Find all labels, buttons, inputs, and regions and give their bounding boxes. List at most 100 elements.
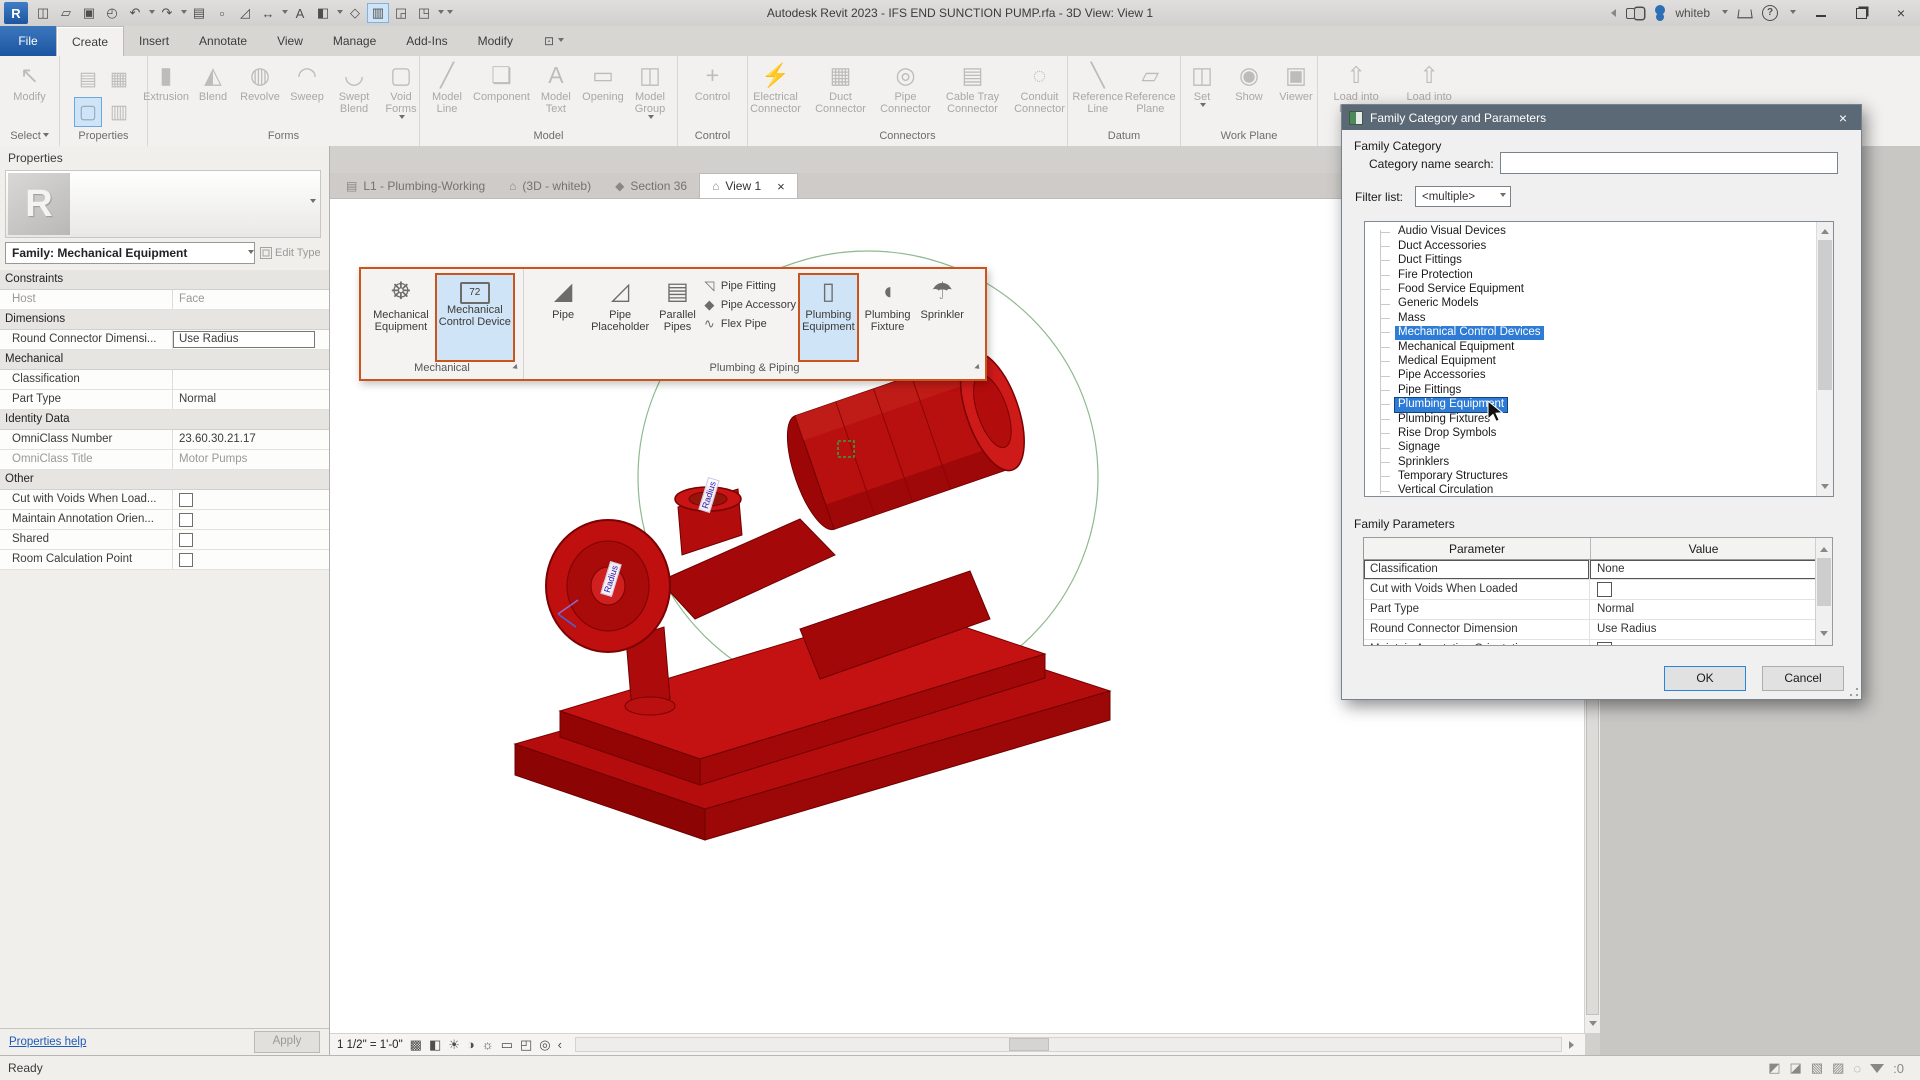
view-tab-section-36[interactable]: ◆Section 36: [603, 173, 699, 198]
maintain-annotation-checkbox[interactable]: [179, 513, 193, 527]
app-store-cart-icon[interactable]: [1737, 9, 1752, 18]
print-icon[interactable]: ▤: [188, 3, 210, 23]
tab-insert[interactable]: Insert: [124, 26, 184, 56]
dimension-caret-icon[interactable]: [282, 10, 288, 17]
pipe-button[interactable]: ◢Pipe: [541, 273, 585, 362]
properties-palette-icon[interactable]: ▤: [74, 64, 102, 94]
family-parameters-icon[interactable]: ▥: [105, 97, 133, 127]
tab-add-ins[interactable]: Add-Ins: [391, 26, 462, 56]
type-preview[interactable]: R: [5, 170, 321, 238]
parameter-row-part-type[interactable]: Part TypeNormal: [1364, 600, 1832, 620]
undo-caret-icon[interactable]: [149, 10, 155, 17]
measure-icon[interactable]: ◿: [234, 3, 256, 23]
properties-help-link[interactable]: Properties help: [9, 1036, 86, 1048]
parameter-row-maintain-annotation[interactable]: Maintain Annotation Orientation: [1364, 640, 1832, 646]
sweep-button[interactable]: ◠Sweep: [284, 59, 330, 103]
switch-windows-caret-icon[interactable]: [438, 10, 444, 17]
ribbon-display-toggle[interactable]: ⊡: [538, 26, 570, 56]
parameter-row-classification[interactable]: ClassificationNone: [1364, 560, 1832, 580]
electrical-connector-button[interactable]: ⚡Electrical Connector: [744, 59, 808, 115]
category-item[interactable]: Fire Protection: [1365, 268, 1833, 282]
parallel-pipes-button[interactable]: ▤Parallel Pipes: [655, 273, 700, 362]
extrusion-button[interactable]: ▮Extrusion: [143, 59, 189, 103]
viewer-button[interactable]: ▣Viewer: [1273, 59, 1319, 103]
parameters-scroll-thumb[interactable]: [1817, 558, 1831, 606]
scroll-up-icon[interactable]: [1816, 540, 1831, 555]
pipe-accessory-button[interactable]: ◆Pipe Accessory: [702, 297, 796, 313]
model-text-button[interactable]: AModel Text: [533, 59, 579, 115]
tab-manage[interactable]: Manage: [318, 26, 391, 56]
category-item[interactable]: Sprinklers: [1365, 455, 1833, 469]
parameter-row-round-connector[interactable]: Round Connector DimensionUse Radius: [1364, 620, 1832, 640]
property-row-round-connector[interactable]: Round Connector Dimensi...Use Radius: [0, 330, 329, 350]
view-tab-l1-plumbing[interactable]: ▤L1 - Plumbing-Working: [334, 173, 497, 198]
category-item[interactable]: Plumbing Fixtures: [1365, 412, 1833, 426]
category-item[interactable]: Medical Equipment: [1365, 355, 1833, 369]
control-button[interactable]: +Control: [690, 59, 736, 103]
pipe-connector-button[interactable]: ◎Pipe Connector: [874, 59, 938, 115]
detail-level-icon[interactable]: ▩: [410, 1037, 422, 1053]
aligned-dimension-icon[interactable]: ↔: [257, 3, 279, 23]
swept-blend-button[interactable]: ◡Swept Blend: [331, 59, 377, 115]
background-process-icon[interactable]: ◌: [1853, 1061, 1861, 1076]
category-item[interactable]: Vertical Circulation: [1365, 484, 1833, 497]
pipe-placeholder-button[interactable]: ◿Pipe Placeholder: [587, 273, 653, 362]
reveal-hidden-elements-icon[interactable]: ◎: [539, 1037, 550, 1053]
open-icon[interactable]: ▱: [55, 3, 77, 23]
value-column-header[interactable]: Value: [1591, 538, 1816, 559]
search-binoculars-icon[interactable]: [1626, 8, 1635, 19]
visual-style-icon[interactable]: ◧: [429, 1037, 441, 1053]
section-mechanical[interactable]: Mechanical: [0, 350, 329, 370]
property-row-omniclass-number[interactable]: OmniClass Number23.60.30.21.17: [0, 430, 329, 450]
family-category-icon[interactable]: ▢: [74, 97, 102, 127]
exclude-options-icon[interactable]: ▨: [1832, 1060, 1844, 1076]
category-item[interactable]: Duct Fittings: [1365, 254, 1833, 268]
cable-tray-connector-button[interactable]: ▤Cable Tray Connector: [939, 59, 1007, 115]
account-caret-icon[interactable]: [1722, 10, 1728, 17]
cut-with-voids-checkbox[interactable]: [179, 493, 193, 507]
tab-annotate[interactable]: Annotate: [184, 26, 262, 56]
account-icon[interactable]: [1655, 5, 1665, 15]
void-forms-button[interactable]: ▢Void Forms: [378, 59, 424, 122]
property-row-part-type[interactable]: Part TypeNormal: [0, 390, 329, 410]
ui-window-icon[interactable]: ◫: [32, 3, 54, 23]
category-item[interactable]: Mass: [1365, 311, 1833, 325]
close-button[interactable]: ×: [1886, 2, 1916, 24]
room-calculation-point-checkbox[interactable]: [179, 553, 193, 567]
show-work-plane-button[interactable]: ◉Show: [1226, 59, 1272, 103]
type-selector[interactable]: Family: Mechanical Equipment: [5, 242, 255, 264]
duct-connector-button[interactable]: ▦Duct Connector: [809, 59, 873, 115]
property-row-cut-with-voids[interactable]: Cut with Voids When Load...: [0, 490, 329, 510]
category-search-input[interactable]: [1500, 152, 1838, 174]
text-icon[interactable]: A: [289, 3, 311, 23]
selection-filter-icon[interactable]: [1870, 1064, 1884, 1073]
redo-icon[interactable]: ↷: [156, 3, 178, 23]
sun-settings-icon[interactable]: ☼: [482, 1037, 494, 1052]
ribbon-group-label-select[interactable]: Select: [0, 129, 59, 146]
undo-icon[interactable]: ↶: [124, 3, 146, 23]
shared-checkbox[interactable]: [179, 533, 193, 547]
category-item[interactable]: Pipe Accessories: [1365, 369, 1833, 383]
plumbing-fixture-button[interactable]: ◖Plumbing Fixture: [861, 273, 915, 362]
revolve-button[interactable]: ◍Revolve: [237, 59, 283, 103]
sync-icon[interactable]: ◴: [101, 3, 123, 23]
model-group-button[interactable]: ◫Model Group: [627, 59, 673, 122]
category-item-selected[interactable]: Plumbing Equipment: [1365, 398, 1833, 412]
reference-line-button[interactable]: ╲Reference Line: [1072, 59, 1124, 115]
parameters-table-scrollbar[interactable]: [1815, 538, 1832, 645]
horizontal-scrollbar[interactable]: [575, 1037, 1562, 1052]
help-icon[interactable]: ?: [1762, 5, 1778, 21]
ok-button[interactable]: OK: [1664, 666, 1746, 691]
shadows-icon[interactable]: ◑: [467, 1037, 475, 1052]
worksharing-display-icon[interactable]: ◩: [1768, 1060, 1780, 1076]
category-item[interactable]: Temporary Structures: [1365, 470, 1833, 484]
family-types-icon[interactable]: ▦: [105, 64, 133, 94]
close-inactive-windows-icon[interactable]: ◲: [390, 3, 412, 23]
category-item[interactable]: Duct Accessories: [1365, 239, 1833, 253]
restore-button[interactable]: [1846, 2, 1876, 24]
set-work-plane-button[interactable]: ◫Set: [1179, 59, 1225, 110]
component-button[interactable]: ❏Component: [471, 59, 532, 103]
workset-status-icon[interactable]: ◪: [1790, 1060, 1802, 1076]
view-tab-3d-whiteb[interactable]: ⌂(3D - whiteb): [497, 173, 603, 198]
qat-customize-caret-icon[interactable]: [447, 10, 453, 17]
